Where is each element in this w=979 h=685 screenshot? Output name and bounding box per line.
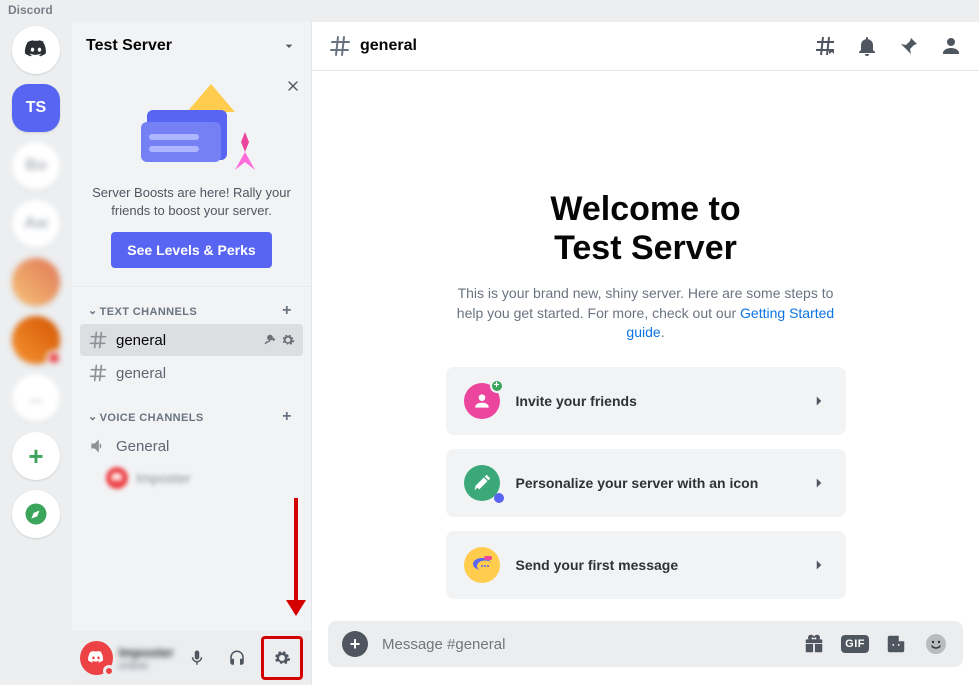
text-channels-category[interactable]: ⌄TEXT CHANNELS +	[78, 297, 305, 323]
server-icon-active[interactable]: TS	[12, 84, 60, 132]
threads-button[interactable]	[813, 34, 837, 58]
user-area: Imposter online	[72, 631, 311, 685]
voice-channel[interactable]: General	[80, 430, 303, 462]
close-icon	[285, 78, 301, 94]
add-attachment-button[interactable]: +	[342, 631, 368, 657]
message-input[interactable]	[382, 636, 787, 653]
chat-icon	[464, 547, 500, 583]
discord-icon	[22, 36, 50, 64]
discord-icon	[86, 648, 106, 668]
gear-icon	[273, 649, 291, 667]
action-invite[interactable]: + Invite your friends	[446, 367, 846, 435]
server-rail: TS Bo Aw ... +	[0, 22, 72, 685]
main-area: general Welcome to Test Server This is y…	[312, 22, 979, 685]
close-boost-button[interactable]	[285, 78, 301, 94]
emoji-button[interactable]	[923, 631, 949, 657]
server-icon[interactable]: ...	[12, 374, 60, 422]
channel-list: ⌄TEXT CHANNELS + general general ⌄VOICE …	[72, 287, 311, 631]
boost-cta-button[interactable]: See Levels & Perks	[111, 232, 271, 268]
channel-header: general	[312, 22, 979, 70]
sticker-icon	[885, 633, 907, 655]
channel-name: General	[116, 438, 169, 455]
hash-icon	[328, 34, 352, 58]
add-text-channel-button[interactable]: +	[279, 303, 295, 319]
add-voice-channel-button[interactable]: +	[279, 409, 295, 425]
chevron-down-icon	[281, 38, 297, 54]
voice-username: Imposter	[136, 470, 190, 486]
deafen-button[interactable]	[220, 642, 255, 674]
gif-button[interactable]: GIF	[841, 635, 869, 653]
text-channel[interactable]: general	[80, 324, 303, 356]
notification-badge	[46, 350, 62, 366]
add-server-button[interactable]: +	[12, 432, 60, 480]
sticker-button[interactable]	[883, 631, 909, 657]
headset-icon	[228, 649, 246, 667]
server-header[interactable]: Test Server	[72, 22, 311, 70]
server-name: Test Server	[86, 37, 172, 55]
notifications-button[interactable]	[855, 34, 879, 58]
channel-name: general	[116, 365, 166, 382]
text-channel[interactable]: general	[80, 357, 303, 389]
action-first-message[interactable]: Send your first message	[446, 531, 846, 599]
chevron-right-icon	[810, 392, 828, 410]
chevron-right-icon	[810, 556, 828, 574]
welcome-heading: Welcome to Test Server	[550, 190, 740, 268]
voice-user[interactable]: Imposter	[78, 463, 305, 493]
boost-illustration	[88, 82, 295, 178]
avatar	[106, 467, 128, 489]
user-meta[interactable]: Imposter online	[119, 645, 174, 672]
channel-name: general	[116, 332, 166, 349]
status-indicator	[103, 665, 115, 677]
hash-icon	[88, 330, 108, 350]
channel-sidebar: Test Server Server Boosts are here! Rall…	[72, 22, 312, 685]
action-personalize[interactable]: Personalize your server with an icon	[446, 449, 846, 517]
paint-icon	[464, 465, 500, 501]
server-icon[interactable]: Aw	[12, 200, 60, 248]
action-label: Personalize your server with an icon	[516, 475, 794, 491]
members-button[interactable]	[939, 34, 963, 58]
mic-icon	[188, 649, 206, 667]
add-person-icon[interactable]	[263, 333, 277, 347]
mute-button[interactable]	[180, 642, 215, 674]
action-label: Invite your friends	[516, 393, 794, 409]
gift-icon	[803, 633, 825, 655]
server-icon[interactable]: Bo	[12, 142, 60, 190]
action-label: Send your first message	[516, 557, 794, 573]
boost-card: Server Boosts are here! Rally your frien…	[72, 70, 311, 287]
channel-title: general	[360, 37, 417, 55]
gift-button[interactable]	[801, 631, 827, 657]
pinned-button[interactable]	[897, 34, 921, 58]
message-composer: + GIF	[328, 621, 963, 667]
voice-channels-category[interactable]: ⌄VOICE CHANNELS +	[78, 403, 305, 429]
explore-servers-button[interactable]	[12, 490, 60, 538]
server-icon[interactable]	[12, 316, 60, 364]
welcome-subtext: This is your brand new, shiny server. He…	[446, 284, 846, 343]
welcome-panel: Welcome to Test Server This is your bran…	[312, 70, 979, 621]
smile-icon	[924, 632, 948, 656]
home-button[interactable]	[12, 26, 60, 74]
category-label: VOICE CHANNELS	[100, 412, 204, 424]
welcome-actions: + Invite your friends Personalize your s…	[446, 367, 846, 599]
server-icon[interactable]	[12, 258, 60, 306]
app-name: Discord	[0, 0, 61, 22]
category-label: TEXT CHANNELS	[100, 306, 197, 318]
chevron-right-icon	[810, 474, 828, 492]
speaker-icon	[88, 436, 108, 456]
invite-icon: +	[464, 383, 500, 419]
avatar[interactable]	[80, 641, 113, 675]
compass-icon	[22, 500, 50, 528]
hash-icon	[88, 363, 108, 383]
gear-icon[interactable]	[281, 333, 295, 347]
boost-text: Server Boosts are here! Rally your frien…	[88, 184, 295, 220]
user-settings-button[interactable]	[261, 636, 303, 680]
